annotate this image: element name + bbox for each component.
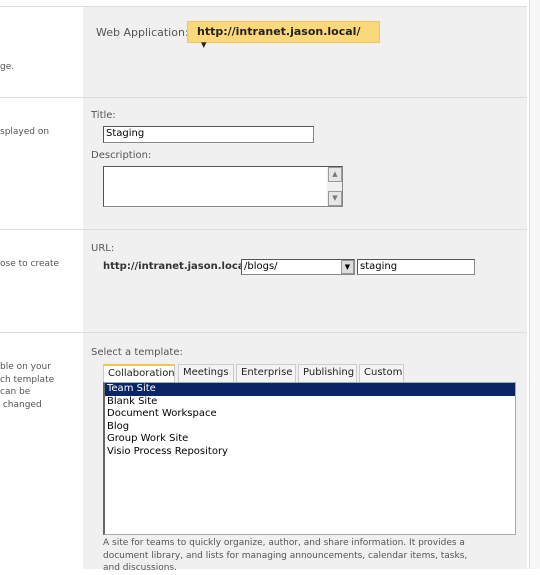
url-path-value: /blogs/ <box>244 261 278 272</box>
help-line: changed <box>0 399 42 410</box>
list-item[interactable]: Blog <box>105 421 515 434</box>
list-item[interactable]: Blank Site <box>105 396 515 409</box>
url-help-text: ose to create <box>0 259 60 269</box>
tab-custom[interactable]: Custom <box>359 364 404 382</box>
scroll-down-icon[interactable]: ▼ <box>328 191 342 206</box>
help-line: ch template <box>0 374 55 385</box>
scroll-up-icon[interactable]: ▲ <box>328 167 342 182</box>
title-input[interactable]: Staging <box>103 126 314 143</box>
url-prefix: http://intranet.jason.local <box>103 261 248 272</box>
list-item[interactable]: Document Workspace <box>105 408 515 421</box>
url-label: URL: <box>91 243 115 254</box>
tab-collaboration[interactable]: Collaboration <box>103 364 175 382</box>
title-label: Title: <box>91 110 116 121</box>
divider <box>0 332 527 333</box>
tab-publishing[interactable]: Publishing <box>298 364 357 382</box>
tab-enterprise[interactable]: Enterprise <box>236 364 296 382</box>
url-name-input[interactable]: staging <box>357 259 475 275</box>
template-label: Select a template: <box>91 347 183 358</box>
web-application-value: http://intranet.jason.local/ <box>197 25 361 38</box>
page-scrollbar[interactable] <box>529 0 540 569</box>
web-application-dropdown[interactable]: http://intranet.jason.local/ ▾ <box>187 21 380 51</box>
template-help-text: ble on your ch template can be changed <box>0 361 54 411</box>
tab-meetings[interactable]: Meetings <box>178 364 234 382</box>
web-application-label: Web Application: <box>96 26 189 39</box>
title-help-text: splayed on <box>0 127 50 137</box>
template-listbox[interactable]: Team Site Blank Site Document Workspace … <box>103 382 516 535</box>
web-app-help-text: ge. <box>0 62 15 72</box>
help-line: ble on your <box>0 362 51 372</box>
list-item[interactable]: Group Work Site <box>105 433 515 446</box>
chevron-down-icon: ▾ <box>201 38 207 51</box>
chevron-down-icon: ▼ <box>341 260 354 274</box>
help-line: can be <box>0 387 31 397</box>
divider <box>0 97 527 98</box>
description-scrollbar[interactable]: ▲ ▼ <box>327 167 342 206</box>
list-item[interactable]: Visio Process Repository <box>105 446 515 459</box>
divider <box>0 229 527 230</box>
url-path-select[interactable]: /blogs/ ▼ <box>241 259 355 275</box>
description-label: Description: <box>91 150 152 161</box>
description-textarea[interactable] <box>103 166 343 207</box>
divider <box>0 6 527 7</box>
list-item[interactable]: Team Site <box>105 383 515 396</box>
